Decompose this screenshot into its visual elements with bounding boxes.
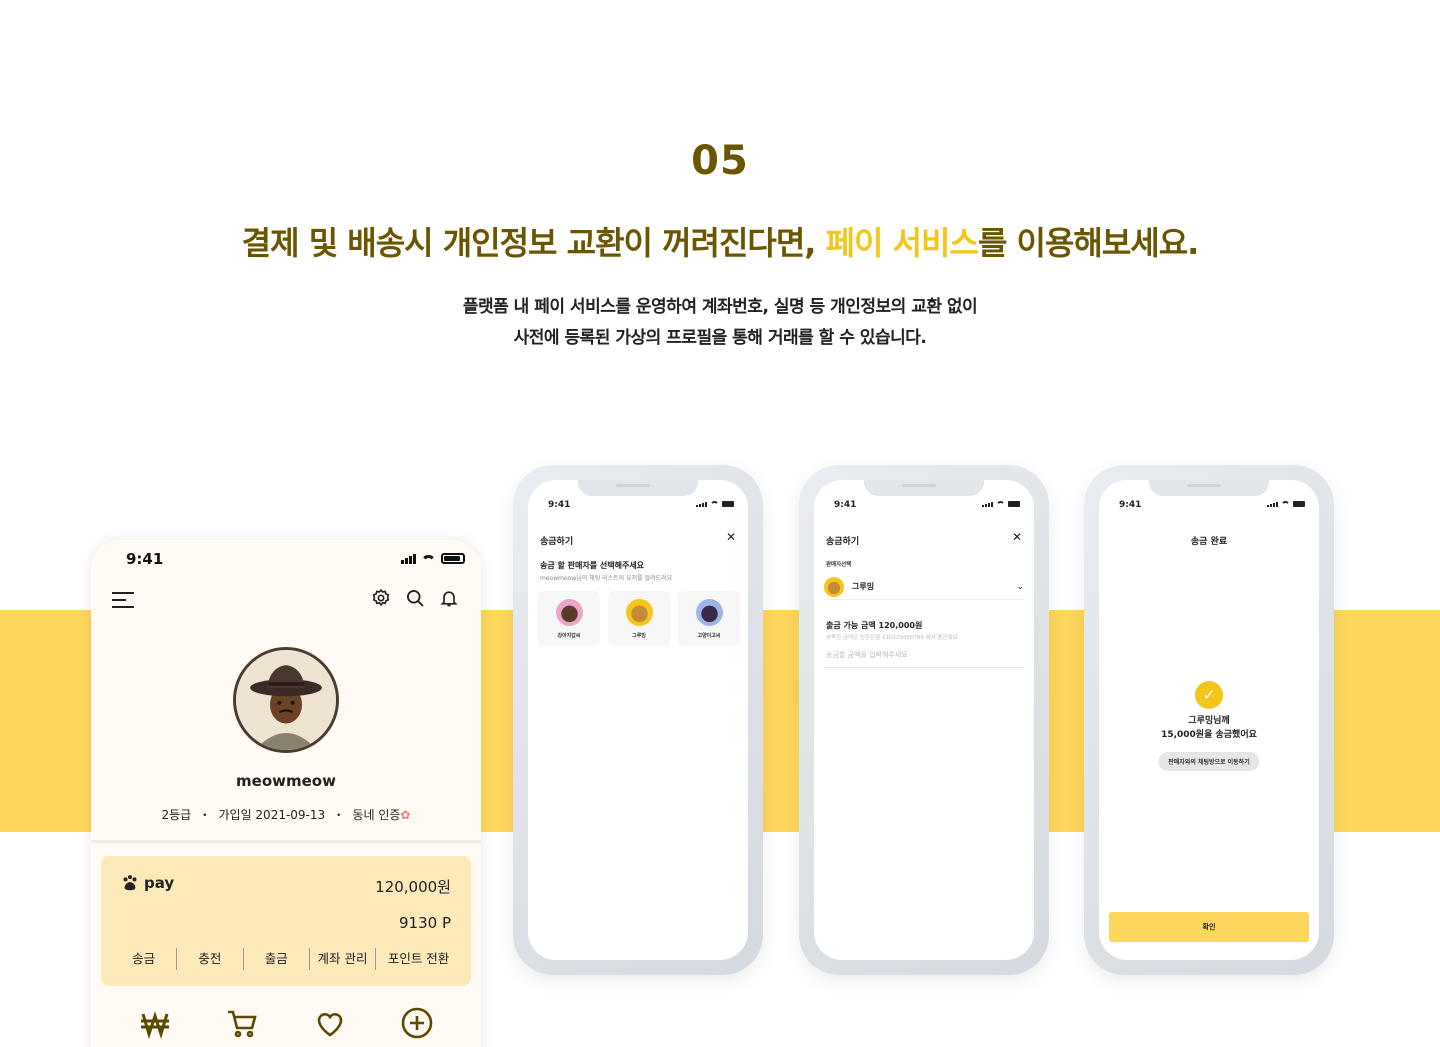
pay-action-points[interactable]: 포인트 전환 xyxy=(376,948,461,970)
status-time: 9:41 xyxy=(126,550,164,568)
description-line-2: 사전에 등록된 가상의 프로필을 통해 거래를 할 수 있습니다. xyxy=(513,328,927,348)
divider xyxy=(91,840,481,843)
check-icon: ✓ xyxy=(1195,681,1223,709)
seller-name: 고양이고씨 xyxy=(697,633,721,639)
status-icons xyxy=(696,501,734,507)
headline: 결제 및 배송시 개인정보 교환이 꺼려진다면, 페이 서비스를 이용해보세요. xyxy=(0,218,1440,264)
gear-icon[interactable] xyxy=(371,588,391,608)
pay-logo: pay xyxy=(121,874,174,892)
charge-note: 부족한 금액은 신한은행 110123456789 에서 충전돼요 xyxy=(826,635,958,641)
avatar xyxy=(695,599,723,626)
available-amount: 출금 가능 금액 120,000원 xyxy=(826,621,923,630)
avatar xyxy=(625,599,653,626)
status-time: 9:41 xyxy=(834,500,857,510)
battery-icon xyxy=(1008,501,1020,507)
hamburger-icon[interactable] xyxy=(112,592,134,613)
neighborhood-verified: 동네 인증 xyxy=(352,808,401,822)
description: 플랫폼 내 페이 서비스를 운영하여 계좌번호, 실명 등 개인정보의 교환 없… xyxy=(0,292,1440,354)
seller-list: 강아지갑씨 그루밍 고양이고씨 xyxy=(538,591,740,646)
wifi-icon xyxy=(421,555,436,564)
seller-card[interactable]: 그루밍 xyxy=(608,591,670,646)
signal-icon xyxy=(401,554,416,564)
close-icon[interactable]: ✕ xyxy=(726,530,736,544)
wifi-icon xyxy=(996,501,1005,507)
profile-meta: 2등급 ・ 가입일 2021-09-13 ・ 동네 인증✿ xyxy=(161,808,411,822)
status-icons xyxy=(982,501,1020,507)
selected-seller: 그루밍 xyxy=(852,582,875,591)
seller-card[interactable]: 고양이고씨 xyxy=(678,591,740,646)
bottom-tabs xyxy=(111,1006,461,1040)
seller-name: 그루밍 xyxy=(632,633,646,639)
seller-select-label: 판매자선택 xyxy=(826,562,852,568)
paw-icon xyxy=(123,875,137,891)
battery-icon xyxy=(1293,501,1305,507)
pay-action-charge[interactable]: 충전 xyxy=(177,948,244,970)
seller-card[interactable]: 강아지갑씨 xyxy=(538,591,600,646)
signal-icon xyxy=(1267,502,1278,507)
close-icon[interactable]: ✕ xyxy=(1012,530,1022,544)
complete-message-line-1: 그루밍님께 xyxy=(1188,716,1230,726)
pay-action-send[interactable]: 송금 xyxy=(111,948,178,970)
battery-icon xyxy=(441,553,465,564)
bell-icon[interactable] xyxy=(439,588,459,608)
phone-enter-amount: 9:41 송금하기 ✕ 판매자선택 그루밍 ⌄ 출금 가능 금액 120,000… xyxy=(799,465,1049,975)
screen-title: 송금하기 xyxy=(826,537,860,547)
phone-screen: 9:41 송금하기 ✕ 판매자선택 그루밍 ⌄ 출금 가능 금액 120,000… xyxy=(814,480,1034,960)
section-number: 05 xyxy=(691,138,749,184)
avatar xyxy=(824,576,844,597)
wifi-icon xyxy=(710,501,719,507)
pay-action-withdraw[interactable]: 출금 xyxy=(244,948,310,970)
phone-notch xyxy=(1149,480,1269,496)
screen-title: 송금 완료 xyxy=(1190,537,1228,547)
wifi-icon xyxy=(1281,501,1290,507)
cart-icon[interactable] xyxy=(225,1006,259,1040)
headline-part1: 결제 및 배송시 개인정보 교환이 꺼려진다면, xyxy=(241,224,826,262)
battery-icon xyxy=(722,501,734,507)
complete-message-line-2: 15,000원을 송금했어요 xyxy=(1161,730,1257,740)
go-to-chat-button[interactable]: 판매자와의 채팅방으로 이동하기 xyxy=(1158,752,1260,771)
seller-subtitle: meowmeow님의 채팅 리스트의 유저를 알려드려요 xyxy=(540,575,673,582)
headline-highlight: 페이 서비스 xyxy=(825,224,979,262)
cowboy-avatar-icon xyxy=(236,650,336,750)
heart-icon[interactable] xyxy=(313,1006,347,1040)
header-icons xyxy=(371,588,459,608)
status-icons xyxy=(401,553,465,564)
phone-notch xyxy=(864,480,984,496)
pay-action-account[interactable]: 계좌 관리 xyxy=(310,948,377,970)
avatar xyxy=(233,647,339,753)
plus-circle-icon[interactable] xyxy=(400,1006,434,1040)
user-grade: 2등급 xyxy=(161,808,192,822)
amount-input[interactable]: 송금할 금액을 입력해주세요 xyxy=(824,650,1024,668)
pay-points: 9130 P xyxy=(399,914,451,932)
flower-icon: ✿ xyxy=(400,808,411,822)
avatar xyxy=(555,599,583,626)
seller-dropdown[interactable]: 그루밍 ⌄ xyxy=(824,574,1024,600)
phone-notch xyxy=(578,480,698,496)
headline-part2: 를 이용해보세요. xyxy=(977,224,1199,262)
pay-balance: 120,000원 xyxy=(375,878,451,896)
seller-question: 송금 할 판매자를 선택해주세요 xyxy=(540,561,645,570)
status-icons xyxy=(1267,501,1305,507)
seller-name: 강아지갑씨 xyxy=(557,633,581,639)
status-time: 9:41 xyxy=(1119,500,1142,510)
chevron-down-icon: ⌄ xyxy=(1016,581,1024,592)
phone-transfer-complete: 9:41 송금 완료 ✓ 그루밍님께 15,000원을 송금했어요 판매자와의 … xyxy=(1084,465,1334,975)
pay-actions: 송금 충전 출금 계좌 관리 포인트 전환 xyxy=(111,948,461,970)
pay-card: pay 120,000원 9130 P 송금 충전 출금 계좌 관리 포인트 전… xyxy=(101,856,471,986)
status-time: 9:41 xyxy=(548,500,571,510)
phone-screen: 9:41 송금하기 ✕ 송금 할 판매자를 선택해주세요 meowmeow님의 … xyxy=(528,480,748,960)
phone-screen: 9:41 송금 완료 ✓ 그루밍님께 15,000원을 송금했어요 판매자와의 … xyxy=(1099,480,1319,960)
join-date: 가입일 2021-09-13 xyxy=(218,808,326,822)
screen-title: 송금하기 xyxy=(540,537,574,547)
search-icon[interactable] xyxy=(405,588,425,608)
pay-logo-text: pay xyxy=(144,874,175,892)
profile-screen: 9:41 meowmeow 2등급 ・ 가입일 2021-09-13 ・ 동네 … xyxy=(91,540,481,1047)
signal-icon xyxy=(696,502,707,507)
description-line-1: 플랫폼 내 페이 서비스를 운영하여 계좌번호, 실명 등 개인정보의 교환 없… xyxy=(462,297,978,317)
signal-icon xyxy=(982,502,993,507)
username: meowmeow xyxy=(236,772,336,790)
won-icon[interactable] xyxy=(138,1006,172,1040)
confirm-button[interactable]: 확인 xyxy=(1109,912,1309,942)
phone-select-seller: 9:41 송금하기 ✕ 송금 할 판매자를 선택해주세요 meowmeow님의 … xyxy=(513,465,763,975)
